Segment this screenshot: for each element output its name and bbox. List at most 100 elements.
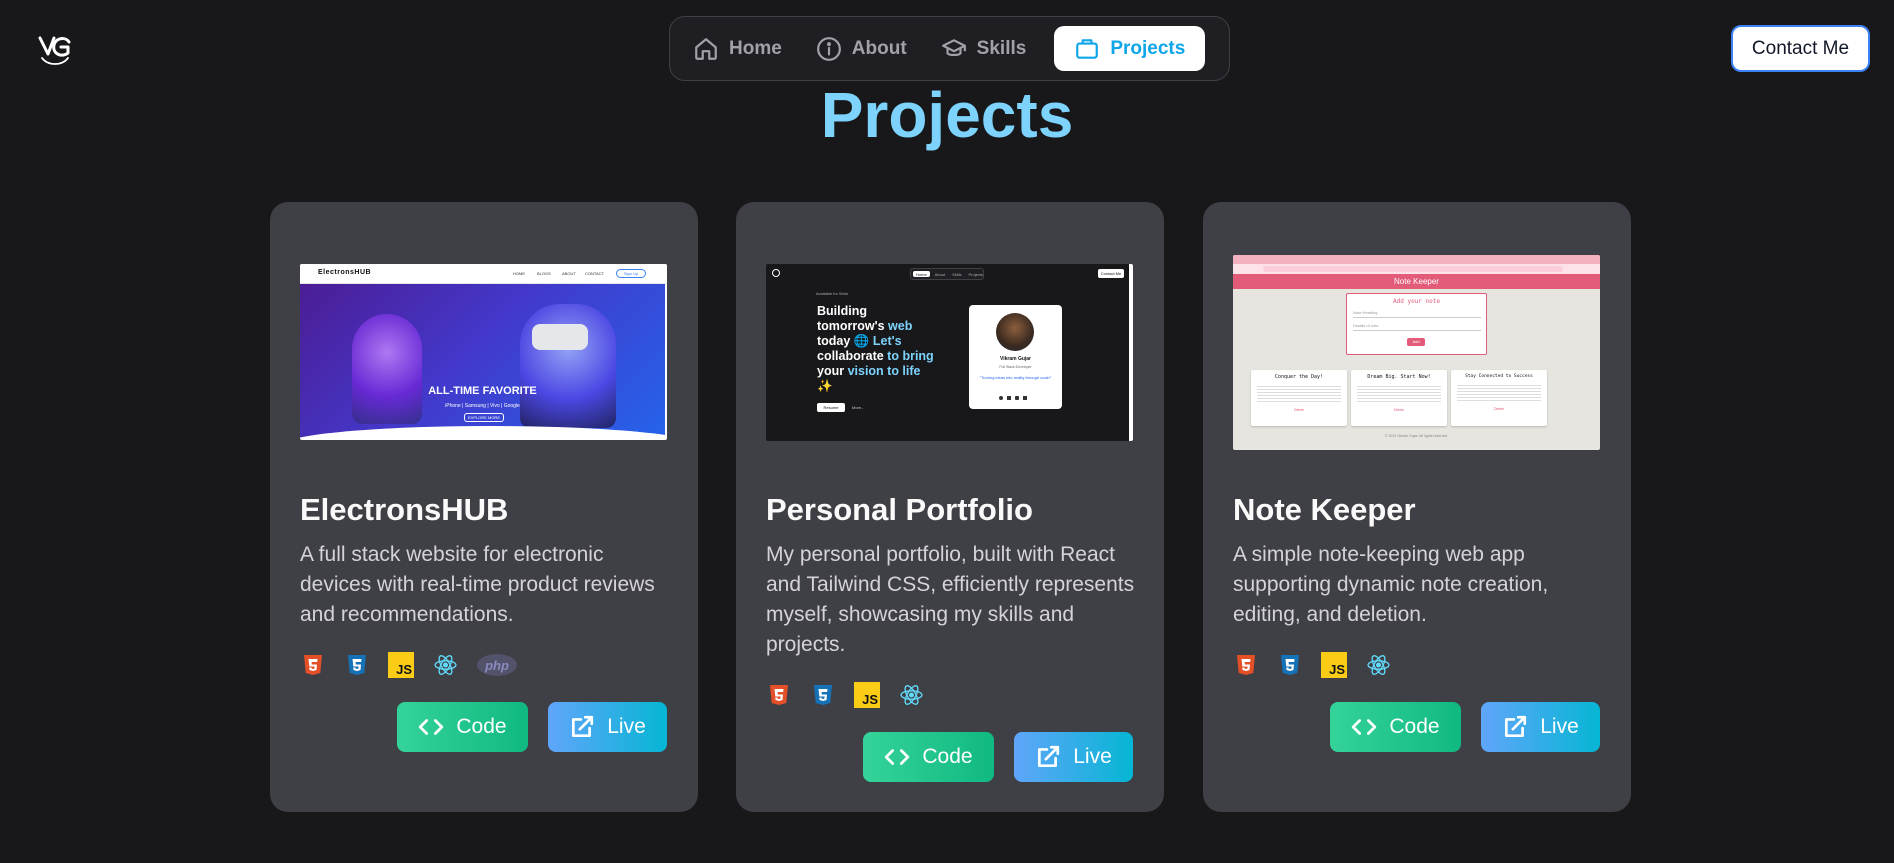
- preview-note-body: [1357, 384, 1441, 404]
- project-title: Personal Portfolio: [766, 492, 1033, 527]
- preview-body-field: Details of note: [1353, 323, 1481, 331]
- project-card-electronshub: ElectronsHUB HOME BLOGS ABOUT CONTACT Si…: [270, 202, 698, 812]
- code-button[interactable]: Code: [397, 702, 528, 752]
- preview-profile-quote: "Turning ideas into reality through code…: [979, 375, 1052, 380]
- preview-note-title: Dream Big. Start Now!: [1367, 374, 1431, 380]
- preview-hero-text-accent: web: [888, 319, 913, 333]
- preview-url-field: [1263, 266, 1563, 272]
- project-preview-image[interactable]: ElectronsHUB HOME BLOGS ABOUT CONTACT Si…: [300, 264, 667, 440]
- preview-note-card: Stay Connected to Success Delete: [1451, 370, 1547, 426]
- preview-add-button: Add: [1407, 338, 1425, 346]
- preview-nav-item: HOME: [513, 271, 525, 276]
- html5-icon: [1233, 653, 1258, 678]
- preview-nav-item: About: [934, 272, 946, 277]
- info-icon: [816, 36, 841, 61]
- html5-icon: [766, 683, 791, 708]
- preview-nav-item: Projects: [968, 272, 983, 277]
- preview-hero-line: tomorrow's web: [817, 319, 947, 334]
- preview-nav: Home About Skills Projects: [910, 268, 984, 280]
- live-button[interactable]: Live: [1481, 702, 1600, 752]
- preview-hero-text-white: today 🌐: [817, 334, 873, 348]
- code-button[interactable]: Code: [1330, 702, 1461, 752]
- nav-about-label: About: [851, 37, 907, 59]
- tech-stack: JS: [766, 682, 924, 708]
- project-description: A full stack website for electronic devi…: [300, 543, 655, 626]
- preview-address-bar: [1233, 264, 1600, 274]
- preview-delete-button: Delete: [1393, 408, 1405, 412]
- css3-icon: [344, 653, 369, 678]
- code-button-label: Code: [456, 715, 507, 738]
- preview-note-body: [1457, 383, 1541, 403]
- external-link-icon: [572, 715, 594, 738]
- preview-avatar: [996, 313, 1034, 351]
- preview-hero-text-accent: vision to life: [847, 364, 921, 378]
- project-card-notekeeper: Note Keeper Add your note Note Heading D…: [1203, 202, 1631, 812]
- preview-logo-icon: [772, 269, 780, 277]
- preview-hero-text-white: tomorrow's: [817, 319, 889, 333]
- preview-delete-button: Delete: [1493, 407, 1505, 411]
- code-button-label: Code: [1389, 715, 1440, 738]
- project-title: Note Keeper: [1233, 492, 1416, 527]
- nav-home[interactable]: Home: [679, 26, 796, 71]
- page-title: Projects: [820, 79, 1074, 151]
- live-button[interactable]: Live: [548, 702, 667, 752]
- preview-hero-line: ✨: [817, 379, 833, 393]
- briefcase-icon: [1076, 38, 1099, 59]
- preview-hero-text-accent: to bring: [887, 349, 934, 363]
- javascript-icon: JS: [1321, 652, 1347, 678]
- preview-profile-role: Full Stack Developer: [999, 365, 1032, 369]
- preview-more-button: More...: [852, 405, 865, 410]
- preview-delete-button: Delete: [1293, 408, 1305, 412]
- css3-icon: [1277, 653, 1302, 678]
- preview-title-field: Note Heading: [1353, 310, 1481, 318]
- code-icon: [419, 719, 444, 735]
- preview-profile-card: Vikram Gujar Full Stack Developer "Turni…: [969, 305, 1062, 409]
- preview-app-header: Note Keeper: [1233, 274, 1600, 289]
- preview-nav-item: ABOUT: [562, 271, 576, 276]
- project-card-portfolio: Home About Skills Projects Contact Me Av…: [736, 202, 1164, 812]
- react-icon: [1366, 653, 1391, 678]
- preview-hero-line: today 🌐 Let's: [817, 334, 947, 349]
- preview-note-card: Conquer the Day! Delete: [1251, 370, 1347, 426]
- preview-nav-item: BLOGS: [537, 271, 551, 276]
- site-logo[interactable]: [36, 28, 76, 68]
- live-button-label: Live: [607, 715, 646, 738]
- project-preview-image[interactable]: Note Keeper Add your note Note Heading D…: [1233, 255, 1600, 450]
- javascript-icon: JS: [388, 652, 414, 678]
- project-description: A simple note-keeping web app supporting…: [1233, 543, 1549, 626]
- home-icon: [695, 37, 717, 60]
- preview-note-form: Add your note Note Heading Details of no…: [1346, 293, 1487, 355]
- nav-about[interactable]: About: [802, 26, 921, 71]
- tech-stack: JS php: [300, 652, 517, 678]
- code-icon: [885, 749, 910, 765]
- preview-social-icons: [999, 396, 1027, 400]
- graduation-cap-icon: [941, 38, 966, 56]
- project-preview-image[interactable]: Home About Skills Projects Contact Me Av…: [766, 264, 1133, 441]
- preview-badge: Available for Work: [816, 291, 849, 296]
- preview-hero-text-white: your: [817, 364, 848, 378]
- project-title: ElectronsHUB: [300, 492, 509, 527]
- nav-home-label: Home: [729, 37, 782, 59]
- preview-brand: ElectronsHUB: [318, 269, 372, 276]
- live-button-label: Live: [1073, 745, 1112, 768]
- project-description: My personal portfolio, built with React …: [766, 543, 1135, 656]
- preview-hero-text-white: collaborate: [817, 349, 888, 363]
- preview-form-title: Add your note: [1393, 298, 1440, 305]
- preview-contact: Contact Me: [1098, 269, 1124, 278]
- nav-projects[interactable]: Projects: [1054, 26, 1206, 71]
- preview-note-card: Dream Big. Start Now! Delete: [1351, 370, 1447, 426]
- preview-cta: EXPLORE MORE: [464, 413, 504, 422]
- preview-vr-headset: [532, 324, 588, 350]
- contact-button[interactable]: Contact Me: [1731, 25, 1870, 72]
- preview-hero: ALL-TIME FAVORITE iPhone | Samsung | Viv…: [300, 284, 665, 438]
- code-button[interactable]: Code: [863, 732, 994, 782]
- nav-skills[interactable]: Skills: [927, 26, 1041, 71]
- preview-hero-line: Building: [817, 304, 867, 318]
- preview-note-title: Stay Connected to Success: [1465, 374, 1533, 379]
- live-button[interactable]: Live: [1014, 732, 1133, 782]
- preview-signup: Sign Up: [616, 269, 646, 278]
- preview-headline: ALL-TIME FAVORITE: [428, 385, 537, 397]
- preview-wave: [300, 426, 665, 438]
- external-link-icon: [1505, 715, 1527, 738]
- preview-hero-line: collaborate to bring: [817, 349, 947, 364]
